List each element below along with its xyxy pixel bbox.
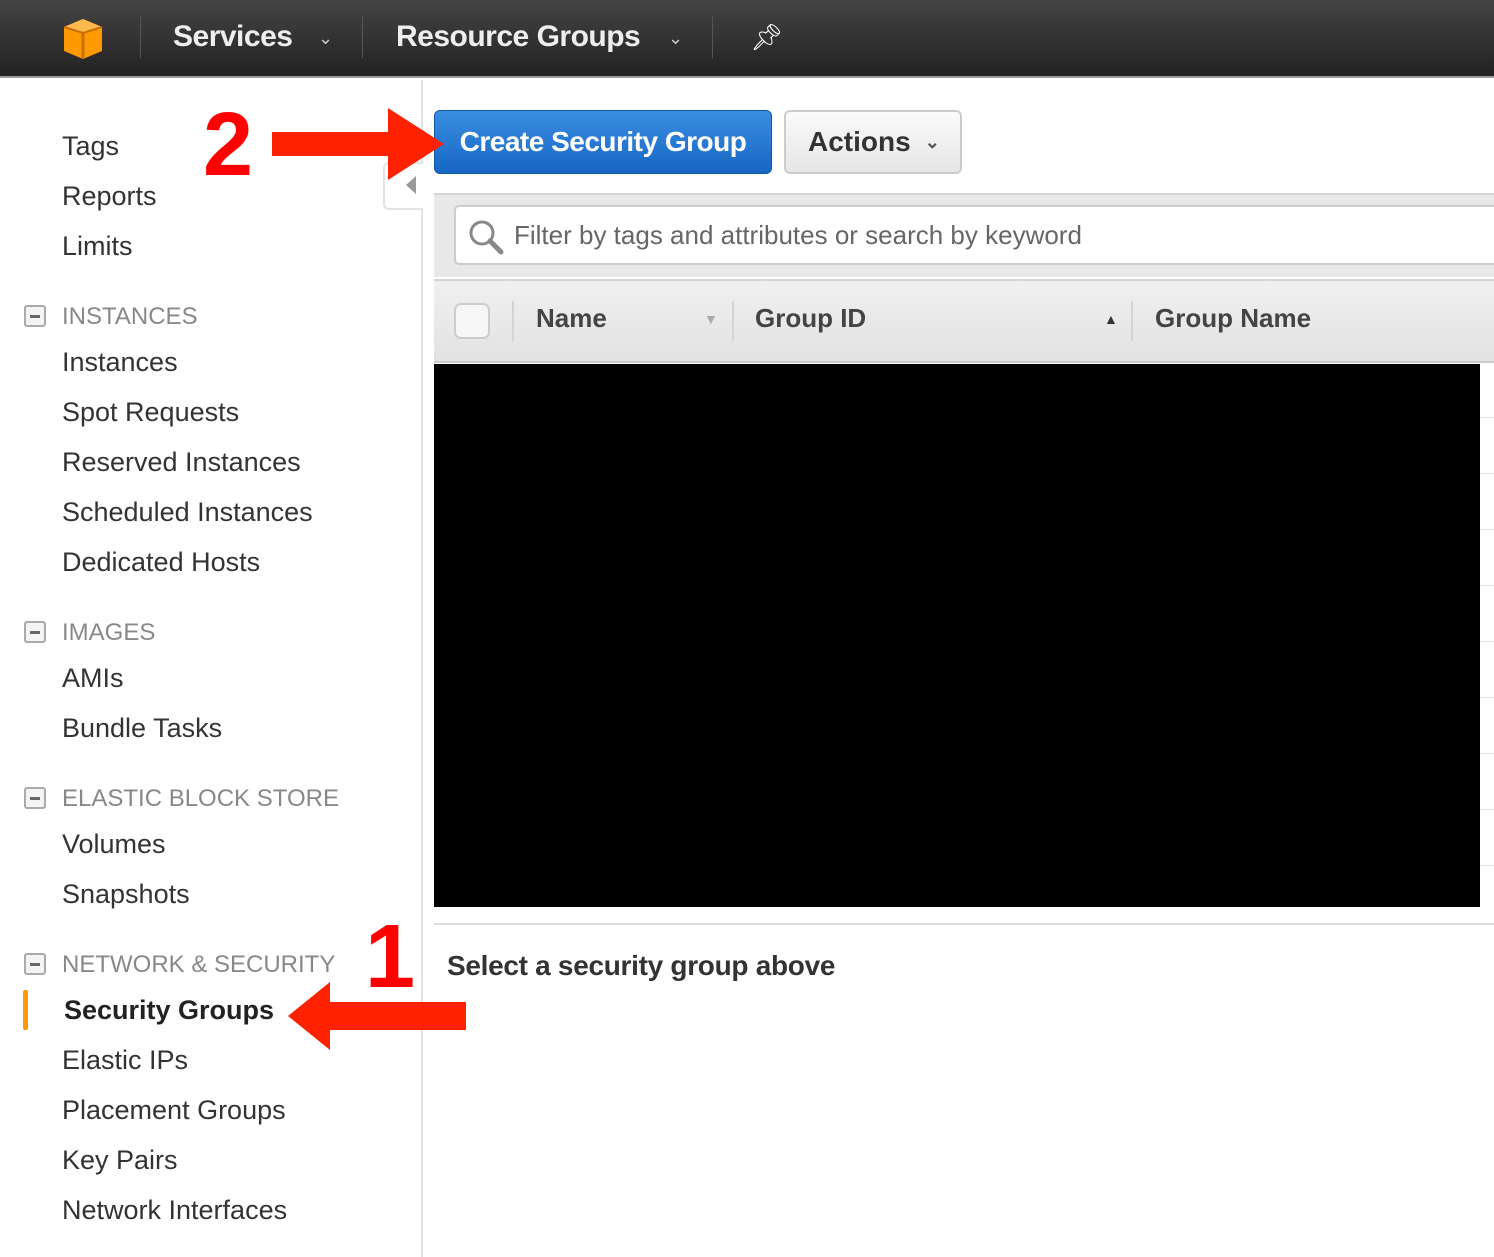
divider bbox=[140, 16, 141, 58]
sort-down-icon[interactable]: ▼ bbox=[704, 311, 718, 327]
filter-bar bbox=[434, 193, 1494, 277]
section-header-instances: INSTANCES bbox=[62, 303, 198, 330]
row-divider bbox=[1480, 697, 1494, 698]
search-icon bbox=[469, 220, 504, 255]
row-divider bbox=[1480, 417, 1494, 418]
row-divider bbox=[1480, 865, 1494, 866]
row-divider bbox=[1480, 473, 1494, 474]
annotation-step-2: 2 bbox=[203, 95, 254, 195]
collapse-section-icon[interactable] bbox=[24, 305, 46, 327]
chevron-down-icon: ⌄ bbox=[318, 28, 334, 48]
column-divider bbox=[1131, 301, 1133, 341]
top-navigation-bar: Services ⌄ Resource Groups ⌄ 📌︎ bbox=[0, 0, 1494, 78]
collapse-section-icon[interactable] bbox=[24, 621, 46, 643]
divider bbox=[362, 16, 363, 58]
detail-empty-message: Select a security group above bbox=[447, 950, 836, 981]
pin-icon[interactable]: 📌︎ bbox=[750, 22, 783, 53]
select-all-checkbox[interactable] bbox=[454, 303, 490, 339]
chevron-down-icon: ⌄ bbox=[668, 28, 684, 48]
chevron-down-icon: ⌄ bbox=[924, 131, 940, 152]
aws-logo-icon[interactable] bbox=[62, 17, 104, 59]
actions-dropdown[interactable]: Actions ⌄ bbox=[784, 110, 962, 174]
sidebar-item-scheduled-instances[interactable]: Scheduled Instances bbox=[62, 497, 313, 528]
actions-label: Actions bbox=[808, 126, 911, 157]
annotation-arrow-left-icon bbox=[288, 982, 466, 1050]
table-header: Name ▼ Group ID ▲ Group Name bbox=[434, 279, 1494, 363]
column-divider bbox=[732, 301, 734, 341]
search-input[interactable] bbox=[514, 217, 1414, 253]
sidebar-item-limits[interactable]: Limits bbox=[62, 231, 133, 262]
row-divider bbox=[1480, 641, 1494, 642]
sidebar-item-bundle-tasks[interactable]: Bundle Tasks bbox=[62, 713, 222, 744]
sidebar-item-amis[interactable]: AMIs bbox=[62, 663, 124, 694]
sidebar-item-spot-requests[interactable]: Spot Requests bbox=[62, 397, 239, 428]
row-divider bbox=[1480, 753, 1494, 754]
sidebar-item-snapshots[interactable]: Snapshots bbox=[62, 879, 190, 910]
sort-up-icon[interactable]: ▲ bbox=[1104, 311, 1118, 327]
column-header-group-name[interactable]: Group Name bbox=[1155, 303, 1311, 334]
services-menu[interactable]: Services bbox=[173, 20, 293, 54]
column-header-name[interactable]: Name bbox=[536, 303, 607, 334]
sidebar-item-volumes[interactable]: Volumes bbox=[62, 829, 166, 860]
row-divider bbox=[1480, 529, 1494, 530]
detail-pane-divider bbox=[434, 923, 1494, 925]
annotation-arrow-right-icon bbox=[272, 108, 444, 180]
section-header-ebs: ELASTIC BLOCK STORE bbox=[62, 785, 339, 812]
create-security-group-button[interactable]: Create Security Group bbox=[434, 110, 772, 174]
redacted-table-rows bbox=[434, 364, 1480, 907]
row-divider bbox=[1480, 585, 1494, 586]
sidebar-item-network-interfaces[interactable]: Network Interfaces bbox=[62, 1195, 287, 1226]
sidebar-item-placement-groups[interactable]: Placement Groups bbox=[62, 1095, 286, 1126]
active-indicator bbox=[23, 990, 28, 1030]
sidebar-item-elastic-ips[interactable]: Elastic IPs bbox=[62, 1045, 188, 1076]
sidebar-item-key-pairs[interactable]: Key Pairs bbox=[62, 1145, 178, 1176]
column-header-group-id[interactable]: Group ID bbox=[755, 303, 866, 334]
section-header-images: IMAGES bbox=[62, 619, 156, 646]
sidebar-item-security-groups[interactable]: Security Groups bbox=[64, 995, 274, 1026]
divider bbox=[712, 16, 713, 58]
collapse-section-icon[interactable] bbox=[24, 787, 46, 809]
sidebar-item-instances[interactable]: Instances bbox=[62, 347, 178, 378]
sidebar-item-reports[interactable]: Reports bbox=[62, 181, 157, 212]
collapse-section-icon[interactable] bbox=[24, 953, 46, 975]
sidebar-item-dedicated-hosts[interactable]: Dedicated Hosts bbox=[62, 547, 260, 578]
column-divider bbox=[512, 301, 514, 341]
section-header-network-security: NETWORK & SECURITY bbox=[62, 951, 336, 978]
sidebar-item-reserved-instances[interactable]: Reserved Instances bbox=[62, 447, 301, 478]
resource-groups-menu[interactable]: Resource Groups bbox=[396, 20, 641, 54]
sidebar-item-tags[interactable]: Tags bbox=[62, 131, 119, 162]
search-box[interactable] bbox=[454, 205, 1494, 265]
row-divider bbox=[1480, 809, 1494, 810]
